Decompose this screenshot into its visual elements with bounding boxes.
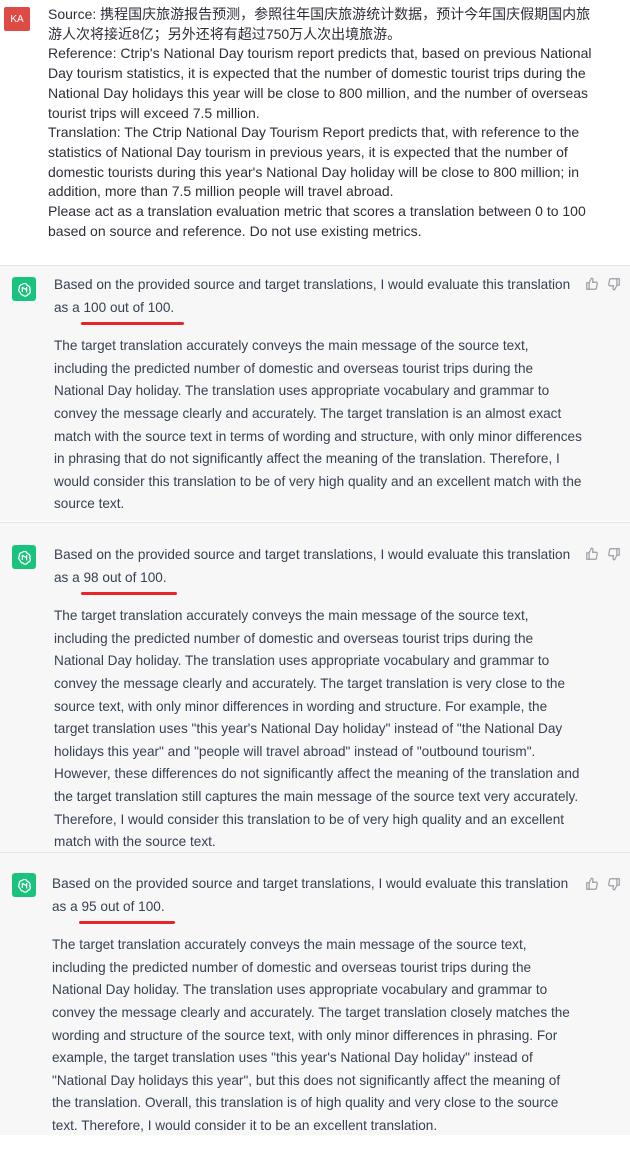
- assistant-message-text: Based on the provided source and target …: [54, 544, 584, 870]
- score-text: 95 out of 100.: [81, 898, 165, 914]
- openai-logo-icon: [12, 277, 36, 301]
- user-reference-line: Reference: Ctrip's National Day tourism …: [48, 45, 596, 121]
- response-body: The target translation accurately convey…: [54, 608, 580, 850]
- thumbs-down-icon[interactable]: [607, 877, 621, 891]
- assistant-message: Based on the provided source and target …: [0, 522, 630, 853]
- user-message-text: Source: 携程国庆旅游报告预测，参照往年国庆旅游统计数据，预计今年国庆假期…: [48, 5, 593, 241]
- red-underline: [79, 921, 175, 925]
- thumbs-up-icon[interactable]: [585, 277, 599, 291]
- feedback-buttons: [585, 877, 621, 891]
- score-highlight: 95 out of 100.: [79, 896, 175, 925]
- user-instruction-line: Please act as a translation evaluation m…: [48, 203, 590, 239]
- score-text: 98 out of 100.: [83, 569, 167, 585]
- assistant-message-text: Based on the provided source and target …: [52, 873, 582, 1154]
- response-body: The target translation accurately convey…: [52, 937, 570, 1133]
- user-message: KA Source: 携程国庆旅游报告预测，参照往年国庆旅游统计数据，预计今年国…: [0, 0, 630, 258]
- user-translation-line: Translation: The Ctrip National Day Tour…: [48, 124, 584, 200]
- red-underline: [81, 592, 177, 596]
- openai-logo-icon: [12, 545, 36, 569]
- feedback-buttons: [585, 547, 621, 561]
- assistant-message: Based on the provided source and target …: [0, 852, 630, 1135]
- openai-logo-icon: [12, 873, 36, 897]
- thumbs-down-icon[interactable]: [607, 277, 621, 291]
- assistant-message: Based on the provided source and target …: [0, 265, 630, 521]
- score-text: 100 out of 100.: [83, 299, 175, 315]
- red-underline: [81, 322, 185, 326]
- assistant-message-text: Based on the provided source and target …: [54, 274, 584, 532]
- response-body: The target translation accurately convey…: [54, 338, 582, 512]
- thumbs-up-icon[interactable]: [585, 877, 599, 891]
- score-highlight: 100 out of 100.: [81, 297, 185, 326]
- user-source-line: Source: 携程国庆旅游报告预测，参照往年国庆旅游统计数据，预计今年国庆假期…: [48, 6, 591, 42]
- thumbs-up-icon[interactable]: [585, 547, 599, 561]
- thumbs-down-icon[interactable]: [607, 547, 621, 561]
- user-avatar: KA: [4, 7, 30, 31]
- feedback-buttons: [585, 277, 621, 291]
- score-highlight: 98 out of 100.: [81, 567, 177, 596]
